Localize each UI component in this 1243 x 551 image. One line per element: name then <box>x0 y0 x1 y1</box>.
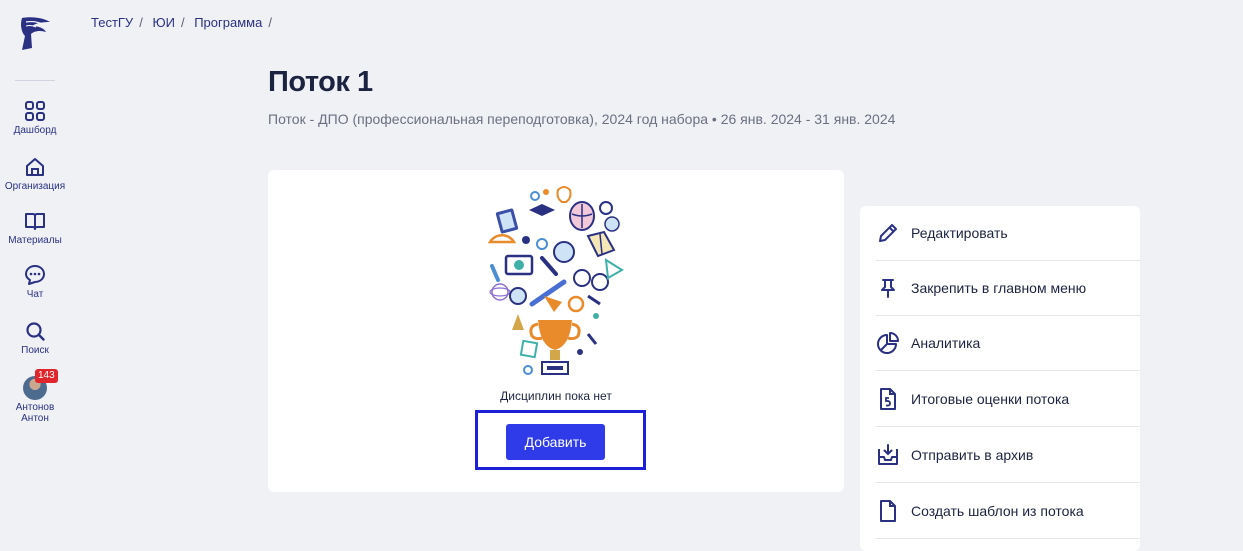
sidebar-item-label: Дашборд <box>13 125 57 136</box>
sidebar-item-organization[interactable]: Организация <box>0 156 70 192</box>
actions-panel: Редактировать Закрепить в главном меню А… <box>860 206 1140 551</box>
sidebar-item-search[interactable]: Поиск <box>0 320 70 356</box>
action-label: Редактировать <box>911 225 1008 241</box>
sidebar: Дашборд Организация Материалы Чат Поиск … <box>0 0 70 545</box>
action-pin[interactable]: Закрепить в главном меню <box>876 261 1140 316</box>
grade-document-icon <box>880 387 896 410</box>
breadcrumb-item[interactable]: Программа <box>194 15 262 30</box>
action-label: Закрепить в главном меню <box>911 280 1087 296</box>
action-edit[interactable]: Редактировать <box>876 206 1140 261</box>
document-icon <box>880 499 896 522</box>
page-subtitle: Поток - ДПО (профессиональная переподгот… <box>268 111 896 127</box>
pie-chart-icon <box>877 332 899 354</box>
breadcrumb-separator: / <box>139 15 143 30</box>
action-label: Итоговые оценки потока <box>911 390 1070 407</box>
sidebar-item-label: Организация <box>4 181 66 192</box>
action-analytics[interactable]: Аналитика <box>876 316 1140 371</box>
home-icon <box>26 158 44 176</box>
sidebar-item-dashboard[interactable]: Дашборд <box>0 100 70 136</box>
action-archive[interactable]: Отправить в архив <box>876 427 1140 483</box>
sidebar-item-label: Поиск <box>21 345 49 356</box>
pin-icon <box>881 279 895 298</box>
empty-state-text: Дисциплин пока нет <box>500 389 612 403</box>
search-icon <box>26 322 45 341</box>
education-illustration <box>487 186 624 375</box>
sidebar-item-chat[interactable]: Чат <box>0 264 70 300</box>
page-title: Поток 1 <box>268 66 373 98</box>
sidebar-item-label: Материалы <box>8 235 62 246</box>
pencil-icon <box>879 224 897 242</box>
dashboard-grid-icon <box>25 101 45 121</box>
disciplines-card: Дисциплин пока нет Добавить <box>268 170 844 492</box>
sidebar-divider <box>15 80 55 81</box>
breadcrumb-separator: / <box>180 15 185 30</box>
breadcrumb-item[interactable]: ЮИ <box>152 15 174 30</box>
sidebar-item-label: Чат <box>26 289 44 300</box>
action-label: Аналитика <box>911 335 981 351</box>
logo-icon[interactable] <box>16 14 52 52</box>
action-final-grades[interactable]: Итоговые оценки потока <box>876 371 1140 427</box>
chat-icon <box>25 265 45 285</box>
breadcrumb-item[interactable]: ТестГУ <box>91 15 133 30</box>
action-label: Создать шаблон из потока <box>911 502 1084 519</box>
breadcrumb-separator: / <box>268 15 272 30</box>
action-create-template[interactable]: Создать шаблон из потока <box>876 483 1140 539</box>
book-icon <box>25 213 45 230</box>
user-name: Антонов Антон <box>15 402 55 424</box>
add-discipline-button[interactable]: Добавить <box>506 424 605 460</box>
archive-tray-icon <box>878 443 898 465</box>
action-label: Отправить в архив <box>911 446 1034 463</box>
notification-badge: 143 <box>35 369 58 383</box>
sidebar-item-materials[interactable]: Материалы <box>0 210 70 246</box>
breadcrumb: ТестГУ / ЮИ / Программа / <box>91 15 278 30</box>
sidebar-item-profile[interactable]: Антонов Антон <box>0 376 70 424</box>
